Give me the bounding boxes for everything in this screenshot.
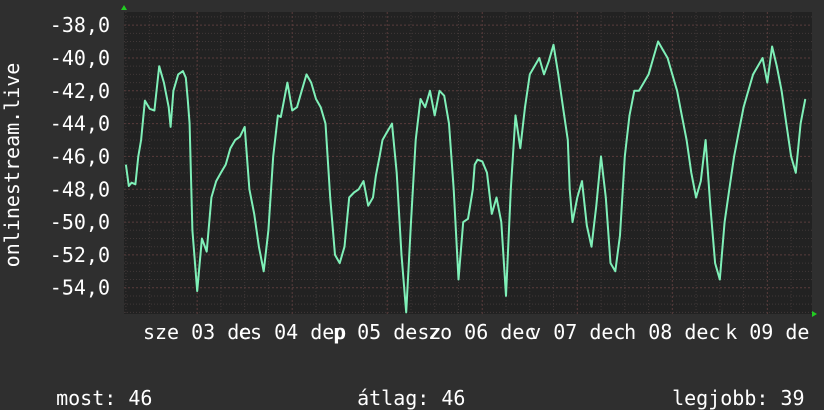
stat-current: most: 46 bbox=[32, 362, 152, 410]
x-tick-label: zo 06 dec bbox=[428, 320, 536, 344]
y-axis-label: onlinestream.live bbox=[0, 63, 24, 268]
x-tick-label: cs 04 dep bbox=[238, 320, 346, 344]
x-tick-label: sze 03 de bbox=[143, 320, 251, 344]
x-axis-arrow bbox=[812, 311, 817, 317]
stat-max: legjobb: 39 bbox=[648, 362, 805, 410]
stat-average-value: 46 bbox=[441, 386, 466, 410]
y-tick-label: -46,0 bbox=[50, 144, 110, 168]
stat-max-value: 39 bbox=[780, 386, 805, 410]
y-tick-label: -42,0 bbox=[50, 79, 110, 103]
y-tick-label: -52,0 bbox=[50, 243, 110, 267]
x-tick-label: h 08 dec bbox=[624, 320, 720, 344]
y-tick-label: -50,0 bbox=[50, 210, 110, 234]
stat-average: átlag: 46 bbox=[333, 362, 465, 410]
stat-current-label: most: bbox=[56, 386, 117, 410]
y-tick-label: -38,0 bbox=[50, 13, 110, 37]
x-tick-labels: sze 03 decs 04 depp 05 deszzo 06 decv 07… bbox=[143, 320, 810, 344]
y-tick-label: -54,0 bbox=[50, 276, 110, 300]
y-tick-label: -40,0 bbox=[50, 46, 110, 70]
plot-area bbox=[124, 12, 812, 314]
x-tick-label: v 07 dec bbox=[529, 320, 625, 344]
stat-max-label: legjobb: bbox=[672, 386, 769, 410]
stat-current-value: 46 bbox=[128, 386, 153, 410]
x-tick-label: k 09 de bbox=[725, 320, 809, 344]
y-axis-arrow bbox=[121, 5, 127, 10]
y-tick-label: -44,0 bbox=[50, 112, 110, 136]
y-tick-label: -48,0 bbox=[50, 177, 110, 201]
stat-average-label: átlag: bbox=[357, 386, 430, 410]
line-chart: -38,0 -40,0 -42,0 -44,0 -46,0 -48,0 -50,0 -52,0… bbox=[0, 5, 817, 344]
y-tick-labels: -38,0 -40,0 -42,0 -44,0 -46,0 -48,0 -50,0 -52,0… bbox=[50, 13, 110, 300]
x-tick-label: p 05 desz bbox=[333, 320, 441, 344]
